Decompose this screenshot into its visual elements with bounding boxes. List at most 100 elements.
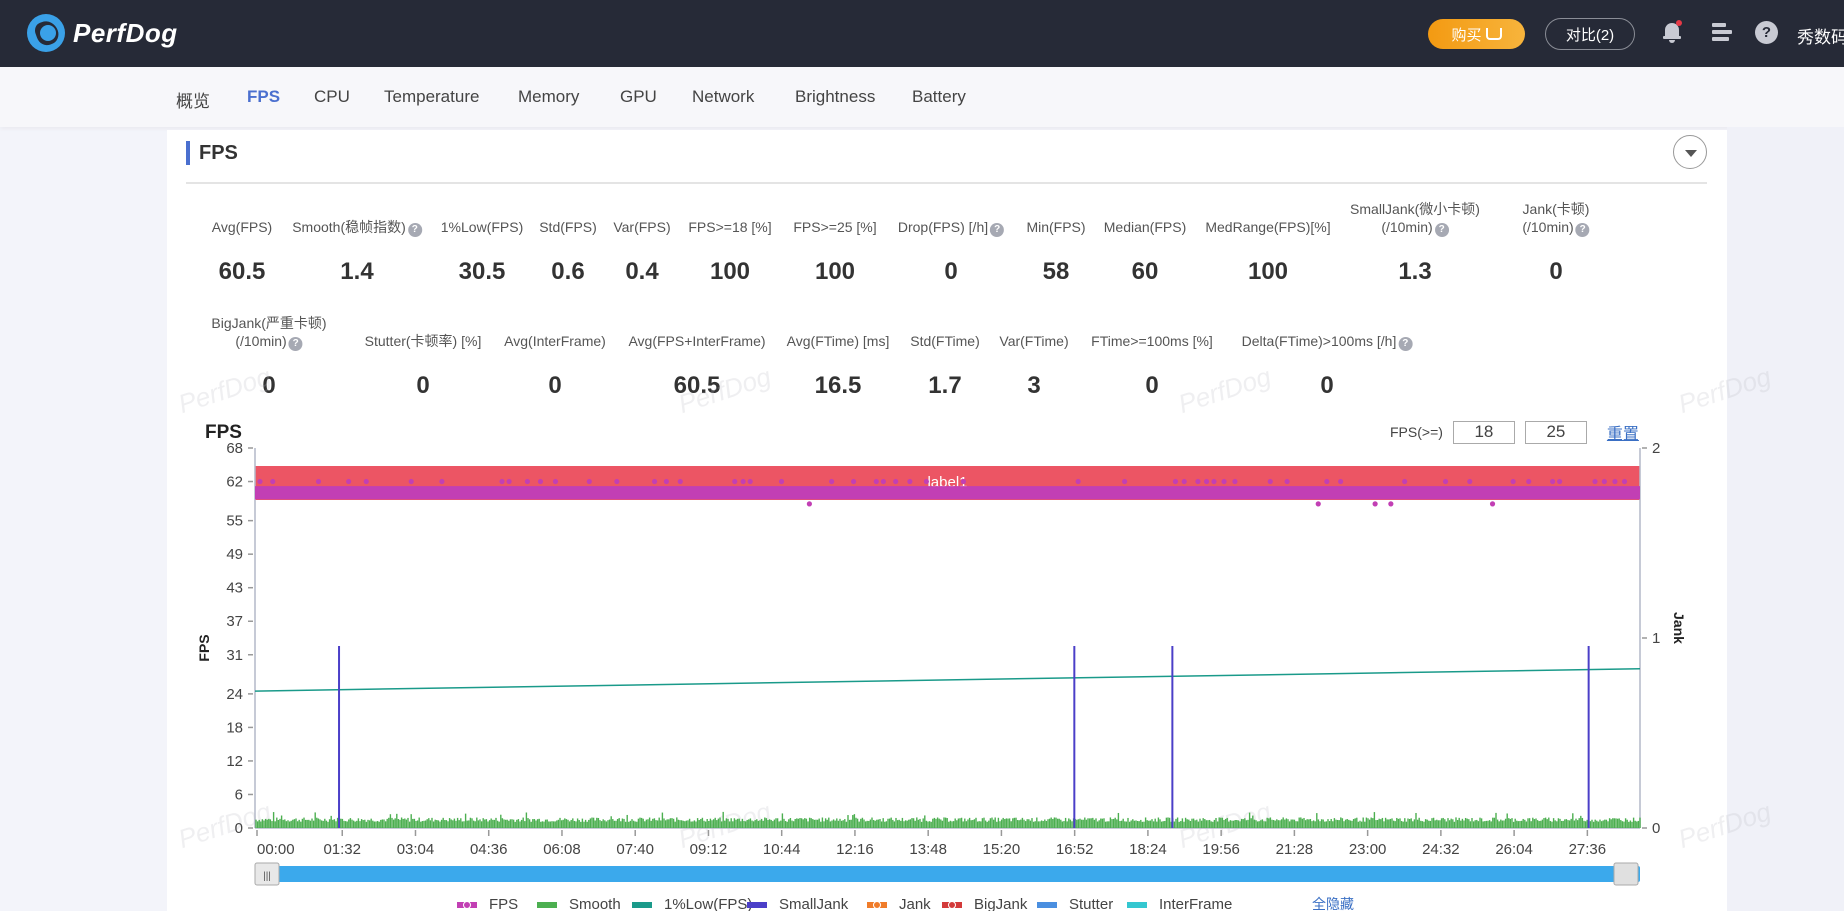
fps-point bbox=[893, 478, 899, 485]
series-smooth bbox=[255, 811, 1641, 828]
y2-tick-label: 0 bbox=[1652, 820, 1660, 837]
legend-item-smalljank[interactable]: SmallJank bbox=[747, 896, 849, 911]
fps-point bbox=[806, 501, 812, 507]
logo-icon bbox=[27, 14, 65, 52]
compare-button[interactable]: 对比(2) bbox=[1545, 18, 1635, 50]
y-tick-label: 49 bbox=[226, 546, 243, 563]
legend-item-smooth[interactable]: Smooth bbox=[537, 896, 621, 911]
slider-handle-right[interactable] bbox=[1613, 862, 1639, 886]
tab-overview[interactable]: 概览 bbox=[176, 87, 210, 112]
fps-point bbox=[408, 478, 414, 485]
y2-tick-label: 2 bbox=[1652, 440, 1660, 457]
legend-swatch bbox=[1037, 902, 1057, 908]
fps-point bbox=[257, 478, 263, 485]
y2-axis-label: Jank bbox=[1671, 612, 1687, 644]
y-axis-label: FPS bbox=[196, 634, 212, 661]
x-tick-label: 07:40 bbox=[616, 841, 654, 858]
fps-point bbox=[1284, 478, 1290, 485]
fps-point bbox=[1211, 478, 1217, 485]
fps-point bbox=[1592, 478, 1598, 485]
legend-label: Stutter bbox=[1069, 896, 1113, 911]
fps-point bbox=[850, 478, 857, 485]
bell-icon[interactable] bbox=[1663, 20, 1682, 43]
fps-point bbox=[1221, 478, 1227, 485]
legend-item-1-low-fps-[interactable]: 1%Low(FPS) bbox=[632, 896, 752, 911]
tab-battery[interactable]: Battery bbox=[912, 87, 966, 107]
y-tick-label: 0 bbox=[235, 820, 243, 837]
fps-point bbox=[1372, 501, 1378, 507]
fps-point bbox=[1324, 478, 1330, 485]
legend-dot bbox=[873, 901, 881, 909]
y-tick-label: 6 bbox=[235, 786, 243, 803]
y-tick-label: 37 bbox=[226, 613, 243, 630]
help-icon[interactable]: ? bbox=[1755, 21, 1778, 44]
fps-point bbox=[315, 478, 322, 485]
user-name[interactable]: 秀数码 bbox=[1797, 23, 1844, 48]
fps-point bbox=[1467, 478, 1473, 485]
legend-label: Jank bbox=[899, 896, 931, 911]
fps-point bbox=[1621, 478, 1628, 485]
cart-icon bbox=[1485, 28, 1502, 40]
fps-point bbox=[829, 478, 835, 485]
legend-item-stutter[interactable]: Stutter bbox=[1037, 896, 1113, 911]
slider-grip-icon: ||| bbox=[263, 871, 271, 882]
fps-point bbox=[663, 478, 669, 485]
logo[interactable]: PerfDog bbox=[27, 14, 178, 52]
compare-label: 对比(2) bbox=[1565, 26, 1615, 44]
y2-tick-label: 1 bbox=[1652, 630, 1660, 647]
buy-label: 购买 bbox=[1451, 26, 1482, 44]
tab-fps[interactable]: FPS bbox=[247, 87, 280, 107]
logo-text: PerfDog bbox=[73, 17, 178, 48]
tab-network[interactable]: Network bbox=[692, 87, 754, 107]
tab-temperature[interactable]: Temperature bbox=[384, 87, 479, 107]
y-tick-label: 24 bbox=[226, 686, 243, 703]
fps-point bbox=[1388, 501, 1394, 507]
top-bar: PerfDog 购买 对比(2) ? 秀数码 bbox=[0, 0, 1844, 67]
fps-point bbox=[439, 478, 445, 485]
fps-point bbox=[880, 478, 886, 485]
tab-gpu[interactable]: GPU bbox=[620, 87, 657, 107]
legend-label: InterFrame bbox=[1159, 896, 1232, 911]
x-tick-label: 21:28 bbox=[1276, 841, 1314, 858]
legend-label: Smooth bbox=[569, 896, 621, 911]
fps-point bbox=[1526, 478, 1532, 485]
y-tick-label: 55 bbox=[226, 513, 243, 530]
x-tick-label: 06:08 bbox=[543, 841, 581, 858]
fps-point bbox=[1315, 501, 1321, 507]
y-tick-label: 68 bbox=[226, 440, 243, 457]
fps-point bbox=[1612, 478, 1618, 485]
x-tick-label: 10:44 bbox=[763, 841, 801, 858]
y-tick-label: 12 bbox=[226, 753, 243, 770]
legend-item-bigjank[interactable]: BigJank bbox=[942, 896, 1028, 911]
fps-point bbox=[740, 478, 746, 485]
y-tick-label: 43 bbox=[226, 580, 243, 597]
fps-point bbox=[747, 478, 753, 485]
notification-dot bbox=[1676, 20, 1682, 26]
menu-icon[interactable] bbox=[1712, 23, 1732, 43]
legend-label: 1%Low(FPS) bbox=[664, 896, 752, 911]
fps-point bbox=[651, 478, 658, 485]
tab-cpu[interactable]: CPU bbox=[314, 87, 350, 107]
legend-item-fps[interactable]: FPS bbox=[457, 896, 518, 911]
legend-label: FPS bbox=[489, 896, 518, 911]
tab-memory[interactable]: Memory bbox=[518, 87, 579, 107]
legend-item-interframe[interactable]: InterFrame bbox=[1127, 896, 1232, 911]
legend-swatch bbox=[1127, 902, 1147, 908]
x-tick-label: 04:36 bbox=[470, 841, 508, 858]
series-1pct-low bbox=[254, 667, 1641, 692]
legend-item-jank[interactable]: Jank bbox=[867, 896, 931, 911]
tab-brightness[interactable]: Brightness bbox=[795, 87, 875, 107]
x-tick-label: 19:56 bbox=[1202, 841, 1240, 858]
buy-button[interactable]: 购买 bbox=[1428, 19, 1525, 49]
x-tick-label: 12:16 bbox=[836, 841, 874, 858]
fps-point bbox=[346, 478, 352, 485]
hide-all-button[interactable]: 全隐藏 bbox=[1312, 896, 1354, 911]
legend-label: BigJank bbox=[974, 896, 1028, 911]
legend-dot bbox=[948, 901, 956, 909]
fps-point bbox=[1267, 478, 1273, 485]
fps-point bbox=[873, 478, 879, 485]
tab-bar: 概览 FPS CPU Temperature Memory GPU Network Brigh… bbox=[0, 67, 1844, 127]
x-tick-label: 18:24 bbox=[1129, 841, 1167, 858]
right-panel bbox=[1727, 127, 1844, 911]
fps-point bbox=[524, 478, 530, 485]
